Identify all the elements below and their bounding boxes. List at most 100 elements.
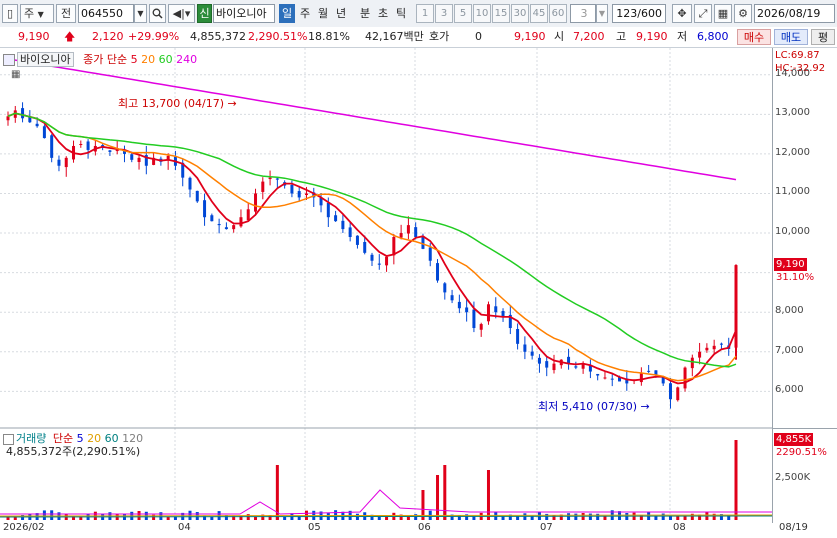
candle [494,306,498,313]
all-market-button[interactable]: 전 [56,4,76,23]
volume-percent: 2,290.51% [248,30,308,43]
stock-name-field[interactable]: 바이오니아 [213,4,275,23]
volume-spike [443,465,447,520]
up-arrow-icon: 🡅 [64,30,76,43]
candle [479,324,483,330]
candle [217,224,221,226]
candle [516,328,520,344]
period-1[interactable]: 1 [416,4,434,23]
price-tag: 9,190 [774,258,807,271]
panel-menu-icon[interactable]: ▯ [2,4,18,23]
period-5[interactable]: 5 [454,4,472,23]
tab-month[interactable]: 월 [315,4,331,23]
candle [232,225,236,230]
high-price: 9,190 [636,30,668,43]
panel-icon[interactable] [3,54,15,66]
speaker-icon[interactable]: ◀|▾ [168,4,195,23]
candle [596,373,600,376]
volume-bar [377,516,381,520]
code-dropdown-icon[interactable]: ▼ [134,4,147,23]
low-annotation-text: 최저 5,410 (07/30) [538,400,638,413]
quote-bar: 9,190 🡅 2,120 +29.99% 4,855,372 2,290.51… [0,27,837,48]
turnover: 18.81% [308,30,350,43]
candle [246,209,250,221]
market-type: 주 [24,7,35,20]
period-15[interactable]: 15 [492,4,510,23]
candle [6,116,10,121]
date-field[interactable]: 2026/08/19 [754,4,835,23]
tab-second[interactable]: 초 [375,4,391,23]
candle [603,377,607,379]
interval-dropdown-icon[interactable]: ▼ [596,4,608,23]
ma5-label: 5 [130,53,138,66]
period-45[interactable]: 45 [530,4,548,23]
candle [472,309,476,329]
search-icon[interactable] [149,4,166,23]
tab-minute[interactable]: 분 [357,4,373,23]
candle [719,343,723,345]
x-tick-label: 07 [540,522,553,533]
volume-bar [668,516,672,520]
period-10[interactable]: 10 [473,4,491,23]
candle [64,157,68,168]
ma60-label: 60 [158,53,173,66]
candle [21,108,25,119]
tab-day[interactable]: 일 [279,4,295,23]
price-panel-header: 바이오니아 종가 단순 5 20 60 240 [3,51,197,67]
volume-bar [283,516,287,520]
candle [370,254,374,261]
current-price: 9,190 [18,30,50,43]
gear-icon[interactable]: ⚙ [734,4,752,23]
y-tick-label: 8,000 [775,305,804,317]
y-tick-label: 10,000 [775,226,810,238]
chart-tool-icon[interactable]: ⤢ [694,4,712,23]
period-3[interactable]: 3 [435,4,453,23]
eval-button[interactable]: 평 [811,29,835,45]
candle [261,181,265,192]
volume-tag: 4,855K [774,433,814,446]
crosshair-icon[interactable]: ✥ [672,4,692,23]
candle [690,357,694,369]
volume-bar [42,510,46,520]
candle [137,157,141,163]
candle [195,190,199,202]
y-tick-label: 6,000 [775,384,804,396]
period-60[interactable]: 60 [549,4,567,23]
stock-code-input[interactable]: 064550 [78,4,134,23]
candle [35,123,39,127]
candle [385,256,389,266]
candle [203,200,207,218]
change-percent: +29.99% [128,30,180,43]
y-tick-label: 7,000 [775,344,804,356]
grid-icon[interactable]: ▦ [714,4,732,23]
legend-toggle-icon[interactable]: ▦ [11,69,20,80]
candle [377,263,381,265]
candle [698,351,702,358]
volume-bar [654,516,658,520]
volume-bar [166,516,170,520]
x-tick-label: 05 [308,522,321,533]
market-select[interactable]: 주 ▼ [20,4,54,23]
volume-spike [436,475,440,520]
high-label: 고 [616,30,627,43]
candle [436,263,440,281]
ma240-line [7,58,737,181]
tab-week[interactable]: 주 [297,4,313,23]
volume-bar [683,516,687,520]
interval-input[interactable]: 3 [570,4,596,23]
candle [574,366,578,368]
volume-bar [472,516,476,520]
high-annotation-text: 최고 13,700 (04/17) [118,97,225,110]
tab-year[interactable]: 년 [333,4,349,23]
candle [130,154,134,160]
tab-tick[interactable]: 틱 [393,4,409,23]
price-axis[interactable] [772,48,837,428]
candle [545,361,549,368]
price-change: 2,120 [92,30,124,43]
buy-button[interactable]: 매수 [737,29,771,45]
high-annotation: 최고 13,700 (04/17) → [118,97,237,110]
y-tick-label: 14,000 [775,67,810,79]
candle [188,177,192,190]
sell-button[interactable]: 매도 [774,29,808,45]
period-30[interactable]: 30 [511,4,529,23]
